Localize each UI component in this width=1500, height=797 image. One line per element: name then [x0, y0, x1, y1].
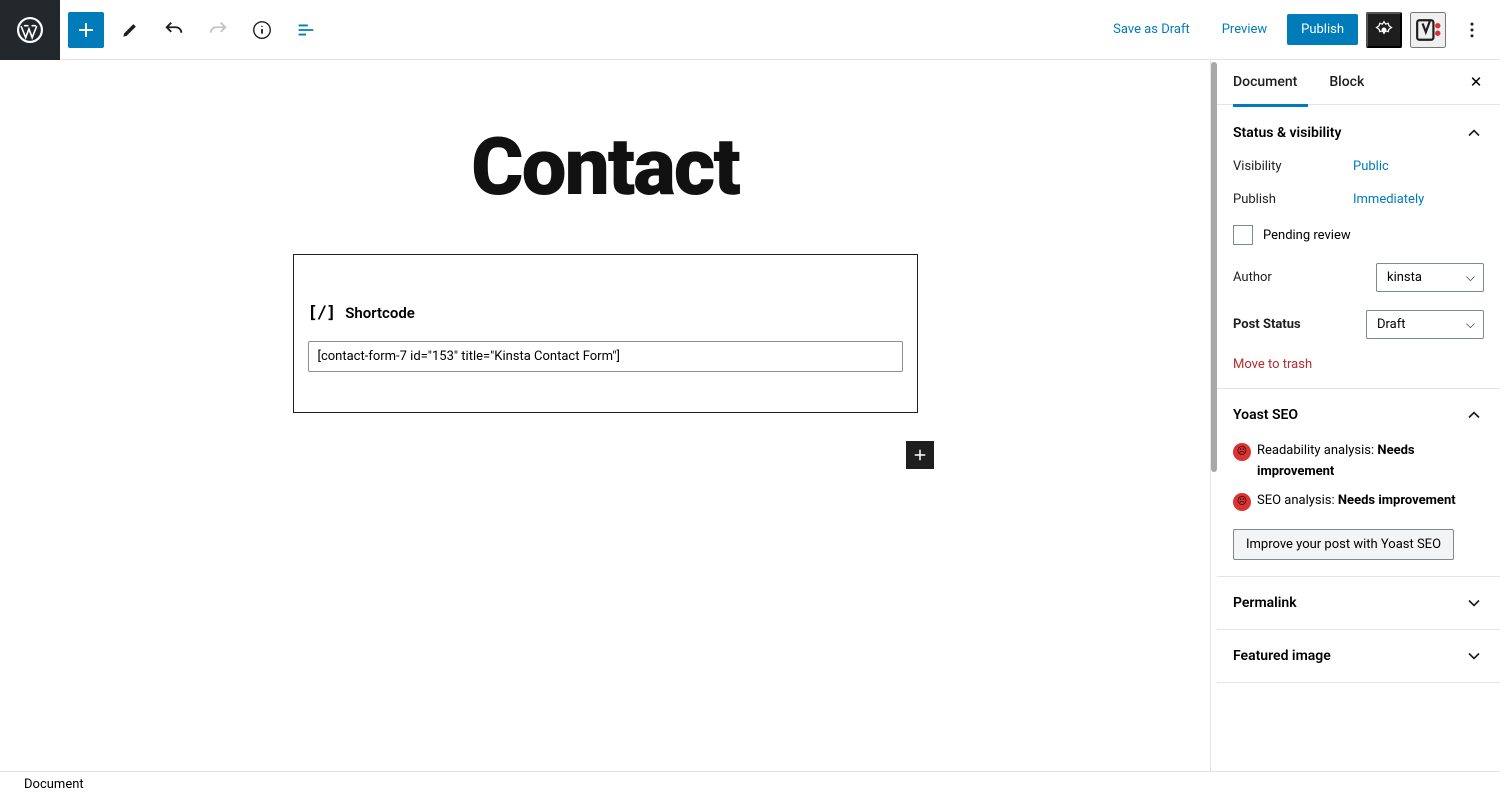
panel-status-header[interactable]: Status & visibility	[1217, 107, 1500, 159]
author-select[interactable]: kinsta	[1376, 263, 1484, 292]
panel-status-title: Status & visibility	[1233, 125, 1341, 141]
panel-featured-title: Featured image	[1233, 648, 1331, 664]
panel-permalink-header[interactable]: Permalink	[1217, 577, 1500, 629]
undo-icon[interactable]	[156, 12, 192, 48]
wordpress-logo[interactable]	[0, 0, 60, 60]
panel-permalink-title: Permalink	[1233, 595, 1297, 611]
more-icon[interactable]	[1454, 12, 1490, 48]
top-toolbar: Save as Draft Preview Publish	[0, 0, 1500, 60]
publish-value[interactable]: Immediately	[1353, 192, 1424, 207]
outline-icon[interactable]	[288, 12, 324, 48]
panel-permalink: Permalink	[1217, 577, 1500, 630]
page-title[interactable]: Contact	[471, 120, 739, 214]
chevron-down-icon	[1464, 593, 1484, 613]
save-draft-button[interactable]: Save as Draft	[1101, 14, 1202, 45]
add-block-button[interactable]	[68, 12, 104, 48]
toolbar-right: Save as Draft Preview Publish	[1101, 12, 1500, 48]
pending-review-checkbox[interactable]	[1233, 225, 1253, 245]
panel-featured-header[interactable]: Featured image	[1217, 630, 1500, 682]
sad-face-icon: ☹	[1233, 443, 1251, 461]
author-label: Author	[1233, 270, 1353, 285]
panel-featured: Featured image	[1217, 630, 1500, 683]
tab-block[interactable]: Block	[1313, 60, 1380, 104]
shortcode-block[interactable]: [/] Shortcode	[293, 254, 918, 413]
settings-sidebar: Document Block ✕ Status & visibility Vis…	[1210, 60, 1500, 771]
sidebar-tabs: Document Block ✕	[1217, 60, 1500, 105]
publish-button[interactable]: Publish	[1287, 14, 1358, 45]
breadcrumb-text[interactable]: Document	[24, 777, 84, 792]
yoast-icon[interactable]	[1410, 12, 1446, 48]
publish-label: Publish	[1233, 192, 1353, 207]
append-block-button[interactable]	[906, 441, 934, 469]
footer-breadcrumb: Document	[0, 771, 1500, 797]
improve-yoast-button[interactable]: Improve your post with Yoast SEO	[1233, 529, 1454, 560]
sad-face-icon: ☹	[1233, 493, 1251, 511]
panel-yoast-header[interactable]: Yoast SEO	[1217, 389, 1500, 441]
shortcode-icon: [/]	[308, 303, 336, 323]
seo-row: ☹ SEO analysis: Needs improvement	[1233, 491, 1484, 512]
visibility-label: Visibility	[1233, 159, 1353, 174]
shortcode-input[interactable]	[308, 341, 903, 372]
block-label: Shortcode	[345, 304, 415, 322]
tab-document[interactable]: Document	[1217, 60, 1313, 104]
preview-button[interactable]: Preview	[1210, 14, 1279, 45]
settings-icon[interactable]	[1366, 12, 1402, 48]
panel-status: Status & visibility Visibility Public Pu…	[1217, 107, 1500, 389]
editor-canvas: Contact [/] Shortcode	[0, 60, 1210, 771]
chevron-up-icon	[1464, 405, 1484, 425]
edit-icon[interactable]	[112, 12, 148, 48]
chevron-down-icon	[1464, 646, 1484, 666]
toolbar-left	[60, 12, 332, 48]
panel-yoast: Yoast SEO ☹ Readability analysis: Needs …	[1217, 389, 1500, 577]
chevron-up-icon	[1464, 123, 1484, 143]
pending-review-label: Pending review	[1263, 228, 1351, 243]
visibility-value[interactable]: Public	[1353, 159, 1389, 174]
redo-icon[interactable]	[200, 12, 236, 48]
post-status-label: Post Status	[1233, 317, 1353, 332]
move-to-trash[interactable]: Move to trash	[1233, 357, 1484, 372]
info-icon[interactable]	[244, 12, 280, 48]
close-sidebar-icon[interactable]: ✕	[1458, 64, 1494, 100]
panel-yoast-title: Yoast SEO	[1233, 407, 1298, 423]
readability-row: ☹ Readability analysis: Needs improvemen…	[1233, 441, 1484, 483]
post-status-select[interactable]: Draft	[1366, 310, 1484, 339]
body: Contact [/] Shortcode Document Block ✕ S…	[0, 60, 1500, 771]
